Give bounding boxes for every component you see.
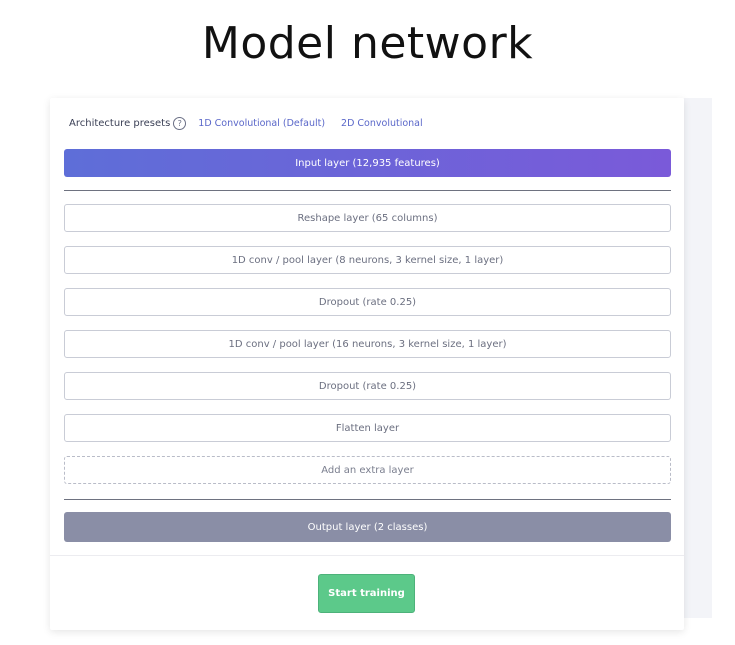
- preset-2d-convolutional-link[interactable]: 2D Convolutional: [341, 118, 423, 129]
- start-training-button[interactable]: Start training: [318, 574, 415, 613]
- footer-separator: [50, 555, 684, 556]
- reshape-layer[interactable]: Reshape layer (65 columns): [64, 204, 671, 232]
- background-strip: [684, 98, 712, 618]
- dropout-layer-1[interactable]: Dropout (rate 0.25): [64, 288, 671, 316]
- flatten-layer[interactable]: Flatten layer: [64, 414, 671, 442]
- slide-title: Model network: [201, 18, 534, 69]
- divider-bottom: [64, 499, 671, 500]
- conv-pool-layer-2[interactable]: 1D conv / pool layer (16 neurons, 3 kern…: [64, 330, 671, 358]
- output-layer[interactable]: Output layer (2 classes): [64, 512, 671, 542]
- input-layer[interactable]: Input layer (12,935 features): [64, 149, 671, 177]
- architecture-presets-label: Architecture presets: [69, 118, 171, 129]
- dropout-layer-2[interactable]: Dropout (rate 0.25): [64, 372, 671, 400]
- model-network-panel: Architecture presets ? 1D Convolutional …: [50, 98, 684, 630]
- question-circle-icon[interactable]: ?: [173, 117, 187, 130]
- conv-pool-layer-1[interactable]: 1D conv / pool layer (8 neurons, 3 kerne…: [64, 246, 671, 274]
- divider-top: [64, 190, 671, 191]
- architecture-presets-row: Architecture presets ? 1D Convolutional …: [69, 117, 439, 130]
- add-extra-layer-button[interactable]: Add an extra layer: [64, 456, 671, 484]
- preset-1d-convolutional-link[interactable]: 1D Convolutional (Default): [198, 118, 325, 129]
